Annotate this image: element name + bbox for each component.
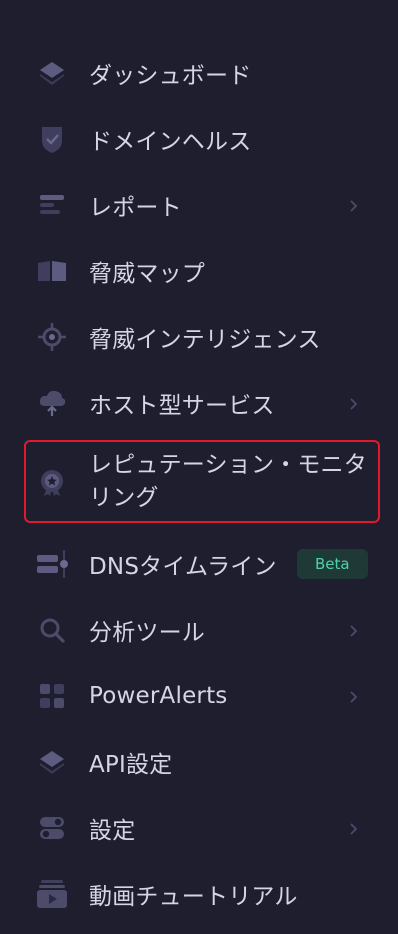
sidebar-item-label: ドメインヘルス	[89, 129, 252, 155]
sidebar-item-domain-health[interactable]: ドメインヘルス	[0, 106, 398, 172]
sidebar-item-label: PowerAlerts	[89, 683, 228, 709]
sidebar-item-label: API設定	[89, 752, 173, 778]
grid-icon	[36, 680, 68, 712]
layers-icon	[36, 57, 68, 89]
sidebar-item-label: DNSタイムライン	[89, 554, 277, 580]
layers-icon	[36, 746, 68, 778]
sidebar-item-label: 分析ツール	[89, 620, 205, 646]
search-icon	[36, 614, 68, 646]
sidebar-item-dashboard[interactable]: ダッシュボード	[0, 40, 398, 106]
sidebar-item-video-tutorials[interactable]: 動画チュートリアル	[0, 861, 398, 927]
sidebar-item-label: 脅威インテリジェンス	[89, 327, 321, 353]
sidebar-item-label: ダッシュボード	[89, 63, 252, 89]
sidebar-item-label: 設定	[89, 818, 136, 844]
sidebar-item-label: レピュテーション・モニタリング	[89, 452, 367, 511]
sidebar-item-analysis-tools[interactable]: 分析ツール	[0, 597, 398, 663]
chevron-right-icon	[346, 623, 360, 637]
map-book-icon	[36, 255, 68, 287]
sidebar-item-settings[interactable]: 設定	[0, 795, 398, 861]
sidebar-nav: ダッシュボード ドメインヘルス レポート 脅威マップ 脅威インテリジェンス ホス…	[0, 0, 398, 934]
sidebar-item-label: レポート	[89, 195, 182, 221]
sidebar-item-poweralerts[interactable]: PowerAlerts	[0, 663, 398, 729]
timeline-icon	[36, 548, 68, 580]
chevron-right-icon	[346, 198, 360, 212]
sidebar-item-label: ホスト型サービス	[89, 393, 275, 419]
toggle-icon	[36, 812, 68, 844]
sidebar-item-report[interactable]: レポート	[0, 172, 398, 238]
sidebar-item-label: 脅威マップ	[89, 261, 205, 287]
star-badge-icon	[36, 466, 68, 498]
video-icon	[36, 878, 68, 910]
sidebar-item-label: 動画チュートリアル	[89, 884, 298, 910]
sidebar-item-dns-timeline[interactable]: DNSタイムライン Beta	[0, 531, 398, 597]
report-bars-icon	[36, 189, 68, 221]
sidebar-item-api-settings[interactable]: API設定	[0, 729, 398, 795]
shield-check-icon	[36, 123, 68, 155]
beta-badge: Beta	[297, 549, 368, 579]
crosshair-icon	[36, 321, 68, 353]
chevron-right-icon	[346, 821, 360, 835]
sidebar-item-threat-map[interactable]: 脅威マップ	[0, 238, 398, 304]
chevron-right-icon	[346, 689, 360, 703]
chevron-right-icon	[346, 396, 360, 410]
cloud-upload-icon	[36, 387, 68, 419]
sidebar-item-hosted-services[interactable]: ホスト型サービス	[0, 370, 398, 436]
sidebar-item-threat-intelligence[interactable]: 脅威インテリジェンス	[0, 304, 398, 370]
